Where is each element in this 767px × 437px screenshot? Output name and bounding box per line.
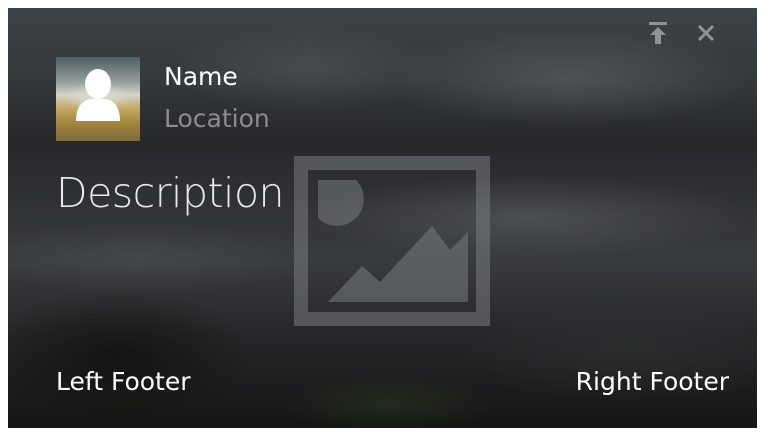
pin-to-top-icon [649,22,667,44]
right-footer-text: Right Footer [575,367,729,396]
window-actions [645,20,719,46]
profile-location: Location [164,104,270,133]
pin-button[interactable] [645,20,671,46]
card: Name Location Description Left Footer Ri… [8,8,757,428]
image-placeholder-icon [294,156,490,326]
profile-name: Name [164,62,238,91]
description-text: Description [56,169,285,217]
close-icon [697,24,715,42]
left-footer-text: Left Footer [56,367,191,396]
close-button[interactable] [693,20,719,46]
avatar [56,57,140,141]
person-silhouette-icon [76,69,120,121]
